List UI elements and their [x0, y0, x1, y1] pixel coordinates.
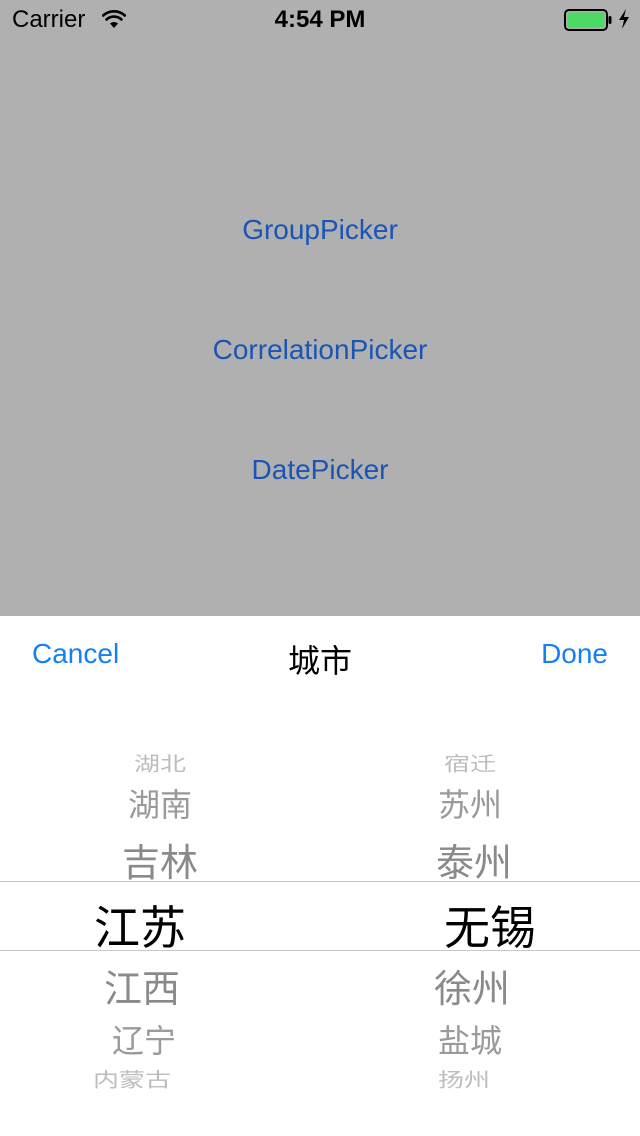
province-item[interactable]: 湖南: [0, 780, 320, 826]
province-item[interactable]: 辽宁: [0, 1016, 304, 1062]
correlation-picker-button[interactable]: CorrelationPicker: [0, 330, 640, 370]
status-time: 4:54 PM: [274, 6, 366, 33]
group-picker-button[interactable]: GroupPicker: [0, 210, 640, 250]
city-item[interactable]: 苏州: [310, 780, 630, 826]
app-screen: Carrier 4:54 PM GroupPicker CorrelationP…: [0, 0, 640, 1136]
done-button[interactable]: Done: [541, 638, 608, 670]
dimmed-background[interactable]: [0, 0, 640, 616]
city-item[interactable]: 扬州: [304, 1065, 624, 1093]
province-item[interactable]: 湖北: [0, 749, 320, 777]
city-item[interactable]: 泰州: [314, 832, 634, 887]
charging-bolt-icon: [617, 8, 631, 30]
city-item[interactable]: 宿迁: [310, 749, 630, 777]
status-bar: Carrier 4:54 PM: [0, 0, 640, 40]
province-item[interactable]: 江西: [0, 958, 302, 1013]
province-item[interactable]: 内蒙古: [0, 1065, 292, 1093]
date-picker-button[interactable]: DatePicker: [0, 450, 640, 490]
province-column[interactable]: 湖北 湖南 吉林 江苏 江西 辽宁 内蒙古: [0, 700, 320, 1136]
city-item-selected[interactable]: 无锡: [330, 892, 640, 958]
province-item-selected[interactable]: 江苏: [0, 892, 300, 958]
picker-toolbar: Cancel 城市 Done: [0, 616, 640, 700]
battery-icon: [564, 9, 612, 31]
city-picker-wheel[interactable]: 湖北 湖南 吉林 江苏 江西 辽宁 内蒙古 宿迁 苏州 泰州 无锡 徐州 盐城 …: [0, 700, 640, 1136]
picker-sheet: Cancel 城市 Done 湖北 湖南 吉林 江苏 江西 辽宁 内蒙古 宿迁 …: [0, 616, 640, 1136]
city-item[interactable]: 徐州: [312, 958, 632, 1013]
city-column[interactable]: 宿迁 苏州 泰州 无锡 徐州 盐城 扬州: [320, 700, 640, 1136]
city-item[interactable]: 盐城: [310, 1016, 630, 1062]
province-item[interactable]: 吉林: [0, 832, 320, 887]
